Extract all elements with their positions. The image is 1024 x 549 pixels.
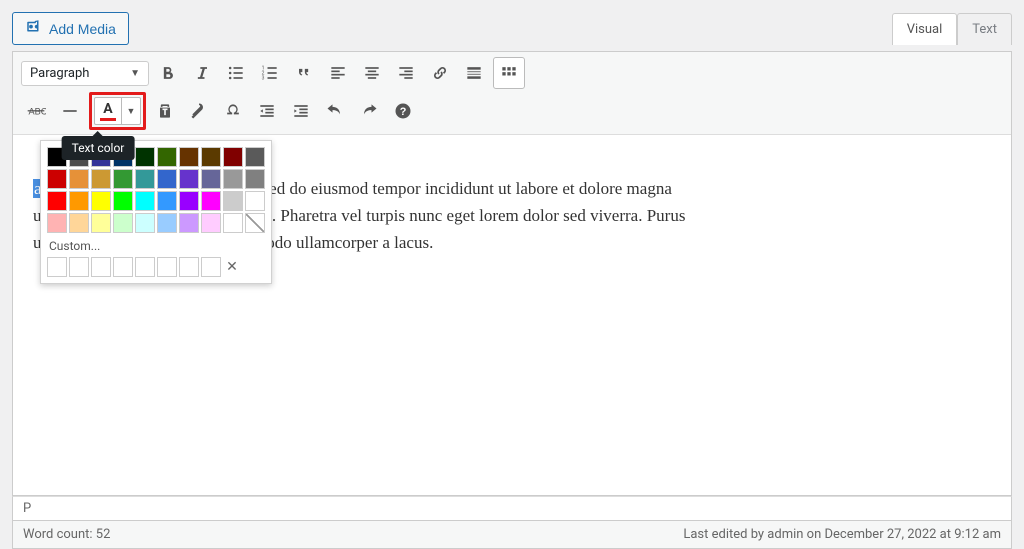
blockquote-button[interactable] [289, 58, 319, 88]
color-swatch[interactable] [135, 213, 155, 233]
recent-swatch[interactable] [47, 257, 67, 277]
color-swatch[interactable] [69, 191, 89, 211]
text-color-tooltip: Text color [62, 136, 135, 160]
paste-as-text-button[interactable] [150, 96, 180, 126]
word-count: Word count: 52 [23, 527, 110, 542]
color-swatch[interactable] [135, 169, 155, 189]
recent-swatch[interactable] [69, 257, 89, 277]
editor-mode-tabs: Visual Text [892, 13, 1012, 45]
format-select[interactable]: Paragraph ▼ [21, 61, 149, 86]
color-swatch[interactable] [179, 213, 199, 233]
color-swatch[interactable] [201, 147, 221, 167]
clear-formatting-button[interactable] [184, 96, 214, 126]
tab-visual[interactable]: Visual [892, 13, 958, 45]
color-swatch[interactable] [47, 191, 67, 211]
special-character-button[interactable] [218, 96, 248, 126]
recent-swatch[interactable] [135, 257, 155, 277]
add-media-button[interactable]: Add Media [12, 12, 129, 45]
color-swatch[interactable] [113, 191, 133, 211]
recent-swatch[interactable] [157, 257, 177, 277]
horizontal-rule-button[interactable] [55, 96, 85, 126]
color-swatch[interactable] [157, 169, 177, 189]
color-swatch[interactable] [245, 147, 265, 167]
align-right-button[interactable] [391, 58, 421, 88]
color-swatch[interactable] [91, 191, 111, 211]
color-swatch[interactable] [179, 169, 199, 189]
add-media-label: Add Media [49, 21, 116, 37]
color-swatch[interactable] [135, 191, 155, 211]
indent-button[interactable] [286, 96, 316, 126]
strikethrough-button[interactable]: ABC [21, 96, 51, 126]
color-swatch[interactable] [91, 213, 111, 233]
recent-colors-row: ✕ [47, 257, 265, 277]
color-swatch[interactable] [179, 147, 199, 167]
svg-text:?: ? [400, 106, 407, 118]
chevron-down-icon: ▼ [130, 68, 140, 79]
no-color-button[interactable]: ✕ [223, 258, 241, 276]
text-color-button[interactable]: A ▼ [94, 97, 141, 125]
numbered-list-button[interactable]: 123 [255, 58, 285, 88]
color-swatch[interactable] [245, 169, 265, 189]
color-swatch[interactable] [201, 213, 221, 233]
toolbar-toggle-button[interactable] [493, 57, 525, 89]
color-swatch[interactable] [69, 169, 89, 189]
text-color-highlight-outline: A ▼ [89, 92, 146, 130]
read-more-button[interactable] [459, 58, 489, 88]
color-swatch[interactable] [201, 191, 221, 211]
recent-swatch[interactable] [201, 257, 221, 277]
custom-color-button[interactable]: Custom... [47, 233, 265, 257]
recent-swatch[interactable] [91, 257, 111, 277]
color-swatch[interactable] [113, 213, 133, 233]
color-swatch[interactable] [113, 169, 133, 189]
last-edited: Last edited by admin on December 27, 202… [683, 527, 1001, 542]
camera-music-icon [25, 18, 43, 39]
align-left-button[interactable] [323, 58, 353, 88]
link-button[interactable] [425, 58, 455, 88]
color-swatch[interactable] [223, 169, 243, 189]
color-swatch[interactable] [69, 213, 89, 233]
bullet-list-button[interactable] [221, 58, 251, 88]
color-swatch[interactable] [179, 191, 199, 211]
color-swatch[interactable] [223, 213, 243, 233]
element-path-bar: P [12, 496, 1012, 521]
color-swatch[interactable] [135, 147, 155, 167]
recent-swatch[interactable] [113, 257, 133, 277]
color-picker-panel: Custom... ✕ [40, 140, 272, 284]
svg-text:3: 3 [262, 76, 265, 82]
redo-button[interactable] [354, 96, 384, 126]
status-bar: Word count: 52 Last edited by admin on D… [12, 521, 1012, 549]
help-button[interactable]: ? [388, 96, 418, 126]
color-swatch[interactable] [245, 191, 265, 211]
element-path[interactable]: P [23, 501, 31, 516]
undo-button[interactable] [320, 96, 350, 126]
color-swatch[interactable] [223, 147, 243, 167]
color-swatch[interactable] [91, 169, 111, 189]
color-swatch[interactable] [157, 191, 177, 211]
italic-button[interactable] [187, 58, 217, 88]
align-center-button[interactable] [357, 58, 387, 88]
recent-swatch[interactable] [179, 257, 199, 277]
color-swatch[interactable] [47, 169, 67, 189]
color-swatch[interactable] [201, 169, 221, 189]
color-swatch[interactable] [245, 213, 265, 233]
editor-toolbar: Paragraph ▼ 123 ABC [13, 52, 1011, 135]
color-swatch[interactable] [157, 147, 177, 167]
color-swatch[interactable] [47, 213, 67, 233]
text-color-a-icon: A [103, 102, 112, 116]
color-swatch[interactable] [157, 213, 177, 233]
tab-text[interactable]: Text [957, 13, 1012, 45]
text-color-dropdown[interactable]: ▼ [121, 98, 140, 124]
bold-button[interactable] [153, 58, 183, 88]
outdent-button[interactable] [252, 96, 282, 126]
color-swatch[interactable] [223, 191, 243, 211]
